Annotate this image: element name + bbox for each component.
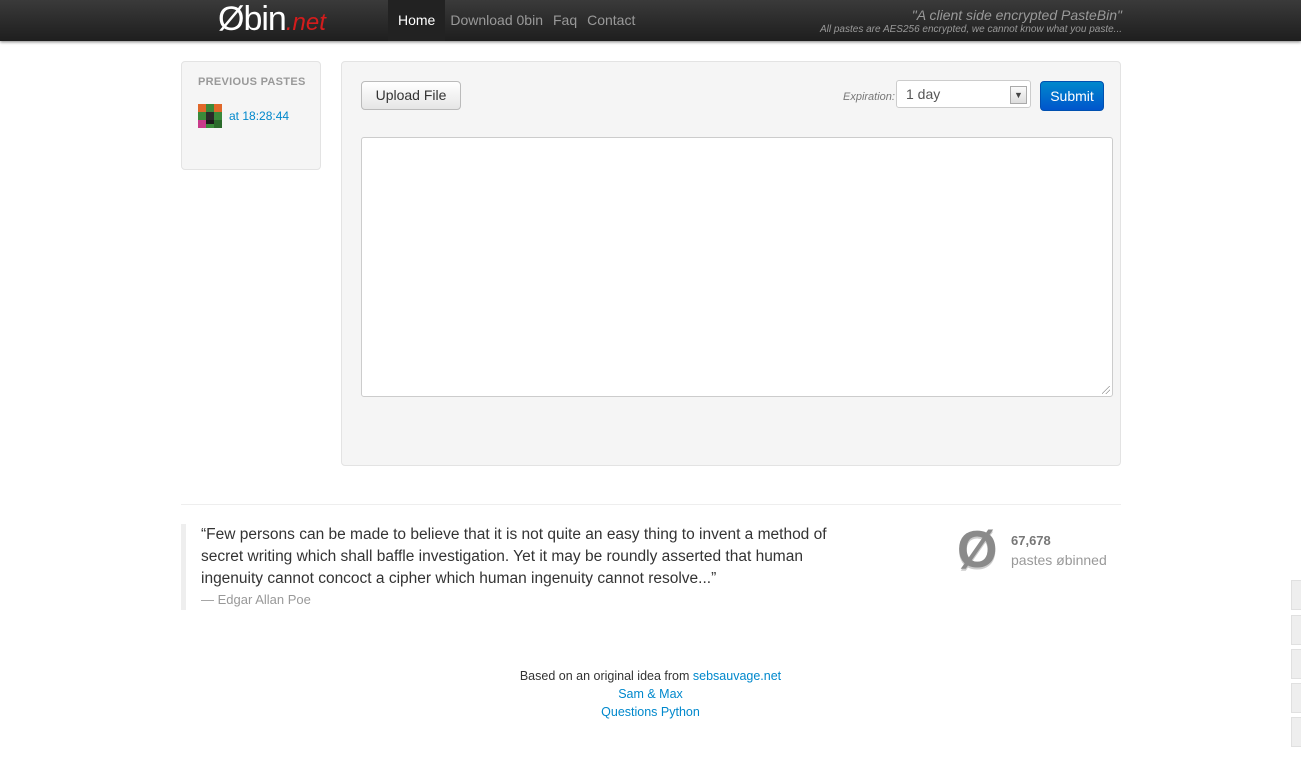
footer-credit-text: Based on an original idea from	[519, 669, 690, 683]
submit-button[interactable]: Submit	[1040, 81, 1104, 111]
expiration-select[interactable]: 1 day ▼	[896, 80, 1031, 108]
subtagline: All pastes are AES256 encrypted, we cann…	[819, 24, 1122, 35]
footer-credit-line: Based on an original idea from sebsauvag…	[0, 667, 1301, 685]
expiration-label: Expiration:	[843, 91, 895, 103]
paste-form: Upload File Expiration: 1 day ▼ Submit	[341, 61, 1121, 466]
paste-count-label: pastes øbinned	[1011, 552, 1107, 568]
sam-max-link[interactable]: Sam & Max	[618, 687, 683, 701]
top-navbar: Øbin.net Home Download 0bin Faq Contact …	[0, 0, 1301, 41]
edge-tab[interactable]	[1291, 717, 1301, 747]
chevron-down-icon: ▼	[1010, 86, 1027, 104]
quote-author: — Edgar Allan Poe	[201, 592, 311, 607]
brand-suffix: .net	[285, 9, 326, 36]
paste-count: 67,678	[1011, 533, 1051, 548]
sebsauvage-link[interactable]: sebsauvage.net	[693, 669, 781, 683]
previous-pastes-panel: PREVIOUS PASTES at 18:28:44	[181, 61, 321, 170]
paste-identicon	[198, 104, 222, 128]
nav-download[interactable]: Download 0bin	[445, 0, 548, 41]
previous-pastes-title: PREVIOUS PASTES	[198, 76, 306, 88]
zero-bin-logo-icon: Ø	[957, 521, 998, 579]
previous-paste-link[interactable]: at 18:28:44	[229, 109, 289, 123]
previous-paste-item[interactable]: at 18:28:44	[198, 104, 289, 128]
nav-contact[interactable]: Contact	[582, 0, 640, 41]
paste-content-input[interactable]	[361, 137, 1113, 397]
nav-home[interactable]: Home	[388, 0, 446, 41]
nav-faq[interactable]: Faq	[548, 0, 582, 41]
brand-logo[interactable]: Øbin.net	[218, 0, 326, 41]
brand-main: Øbin	[218, 0, 287, 38]
edge-tab[interactable]	[1291, 580, 1301, 610]
main-nav: Home Download 0bin Faq Contact	[388, 0, 640, 41]
edge-tab[interactable]	[1291, 683, 1301, 713]
section-divider	[181, 504, 1121, 505]
expiration-value: 1 day	[906, 86, 941, 102]
footer: Based on an original idea from sebsauvag…	[0, 667, 1301, 721]
edge-tab[interactable]	[1291, 649, 1301, 679]
quote-text: “Few persons can be made to believe that…	[201, 526, 827, 587]
resize-grip-icon[interactable]	[1102, 386, 1110, 394]
questions-python-link[interactable]: Questions Python	[601, 705, 700, 719]
upload-file-button[interactable]: Upload File	[361, 81, 461, 110]
tagline: "A client side encrypted PasteBin"	[911, 7, 1122, 23]
tagline-block: "A client side encrypted PasteBin" All p…	[820, 6, 1122, 36]
edge-tab[interactable]	[1291, 615, 1301, 645]
quote-block: “Few persons can be made to believe that…	[181, 524, 861, 610]
